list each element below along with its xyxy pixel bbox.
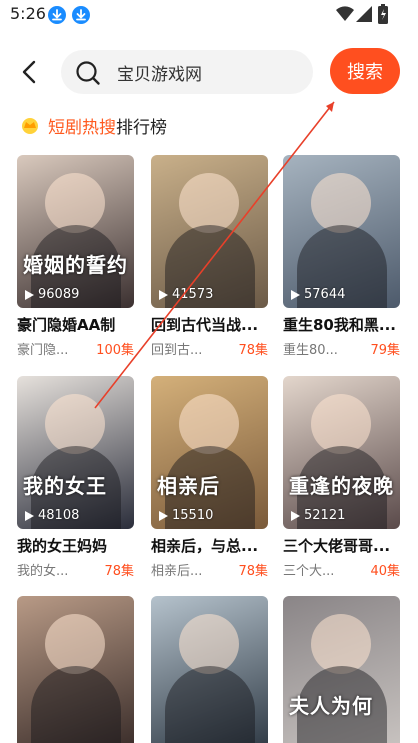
poster-figure-body bbox=[165, 666, 255, 743]
poster-figure bbox=[45, 173, 105, 233]
drama-card[interactable]: 夫人为何 bbox=[283, 596, 400, 743]
search-input[interactable] bbox=[117, 50, 307, 94]
drama-title[interactable]: 相亲后，与总... bbox=[151, 535, 268, 556]
drama-meta: 我的女... 78集 bbox=[17, 560, 134, 579]
poster-figure bbox=[179, 173, 239, 233]
play-count-value: 52121 bbox=[304, 508, 346, 523]
status-time: 5:26 bbox=[10, 4, 46, 23]
poster-title-text: 婚姻的誓约 bbox=[23, 253, 128, 277]
play-count-value: 96089 bbox=[38, 287, 80, 302]
drama-card[interactable]: 41573 回到古代当战... 回到古... 78集 bbox=[151, 155, 268, 358]
search-button[interactable]: 搜索 bbox=[330, 48, 400, 94]
drama-poster[interactable]: 夫人为何 bbox=[283, 596, 400, 743]
drama-subtitle: 重生80... bbox=[283, 343, 338, 358]
drama-subtitle: 回到古... bbox=[151, 343, 203, 358]
drama-card[interactable]: 我的女王 48108 我的女王妈妈我的女... 78集 bbox=[17, 376, 134, 579]
poster-figure bbox=[311, 614, 371, 674]
drama-meta: 回到古... 78集 bbox=[151, 339, 268, 358]
drama-title[interactable]: 回到古代当战... bbox=[151, 314, 268, 335]
play-count: 52121 bbox=[289, 508, 345, 523]
drama-meta: 相亲后... 78集 bbox=[151, 560, 268, 579]
drama-meta: 重生80... 79集 bbox=[283, 339, 400, 358]
play-icon bbox=[291, 289, 300, 300]
wifi-icon bbox=[336, 6, 354, 22]
play-count: 48108 bbox=[23, 508, 79, 523]
drama-subtitle: 相亲后... bbox=[151, 564, 203, 579]
back-button[interactable] bbox=[14, 56, 46, 88]
drama-title[interactable]: 豪门隐婚AA制 bbox=[17, 314, 134, 335]
search-box[interactable] bbox=[61, 50, 313, 94]
search-icon bbox=[76, 61, 100, 85]
play-icon bbox=[159, 510, 168, 521]
crown-icon bbox=[22, 118, 38, 134]
search-header: 搜索 bbox=[0, 44, 418, 100]
poster-figure-body bbox=[31, 666, 121, 743]
drama-meta: 豪门隐... 100集 bbox=[17, 339, 134, 358]
battery-icon bbox=[378, 4, 388, 24]
section-title-rest: 排行榜 bbox=[116, 117, 167, 138]
poster-figure bbox=[311, 173, 371, 233]
play-count: 57644 bbox=[289, 287, 345, 302]
play-count-value: 48108 bbox=[38, 508, 80, 523]
episode-count: 78集 bbox=[238, 564, 268, 579]
drama-card[interactable]: 重逢的夜晚 52121 三个大佬哥哥... 三个大... 40集 bbox=[283, 376, 400, 579]
poster-title-text: 相亲后 bbox=[157, 474, 220, 498]
drama-poster[interactable] bbox=[151, 596, 268, 743]
poster-figure bbox=[179, 614, 239, 674]
play-count-value: 41573 bbox=[172, 287, 214, 302]
drama-title[interactable]: 三个大佬哥哥... bbox=[283, 535, 400, 556]
poster-figure bbox=[45, 394, 105, 454]
poster-title-text: 我的女王 bbox=[23, 474, 107, 498]
download-icon bbox=[72, 6, 90, 24]
download-icon bbox=[48, 6, 66, 24]
play-count: 41573 bbox=[157, 287, 213, 302]
section-title-highlight: 短剧热搜 bbox=[48, 117, 116, 138]
play-icon bbox=[159, 289, 168, 300]
drama-card[interactable]: 57644 重生80我和黑... 重生80... 79集 bbox=[283, 155, 400, 358]
play-count-value: 57644 bbox=[304, 287, 346, 302]
episode-count: 78集 bbox=[238, 343, 268, 358]
drama-subtitle: 豪门隐... bbox=[17, 343, 69, 358]
poster-figure bbox=[45, 614, 105, 674]
episode-count: 100集 bbox=[96, 343, 134, 358]
drama-card[interactable] bbox=[151, 596, 268, 743]
episode-count: 78集 bbox=[104, 564, 134, 579]
drama-subtitle: 三个大... bbox=[283, 564, 335, 579]
play-count: 96089 bbox=[23, 287, 79, 302]
drama-poster[interactable]: 41573 bbox=[151, 155, 268, 308]
poster-title-text: 夫人为何 bbox=[289, 694, 373, 718]
play-count-value: 15510 bbox=[172, 508, 214, 523]
poster-figure bbox=[311, 394, 371, 454]
drama-title[interactable]: 重生80我和黑... bbox=[283, 314, 400, 335]
play-count: 15510 bbox=[157, 508, 213, 523]
drama-poster[interactable]: 重逢的夜晚 52121 bbox=[283, 376, 400, 529]
drama-card[interactable]: 婚姻的誓约 96089 豪门隐婚AA制豪门隐... 100集 bbox=[17, 155, 134, 358]
poster-title-text: 重逢的夜晚 bbox=[289, 474, 394, 498]
play-icon bbox=[291, 510, 300, 521]
drama-poster[interactable] bbox=[17, 596, 134, 743]
drama-card[interactable] bbox=[17, 596, 134, 743]
drama-title[interactable]: 我的女王妈妈 bbox=[17, 535, 134, 556]
drama-poster[interactable]: 婚姻的誓约 96089 bbox=[17, 155, 134, 308]
drama-subtitle: 我的女... bbox=[17, 564, 69, 579]
drama-meta: 三个大... 40集 bbox=[283, 560, 400, 579]
drama-poster[interactable]: 57644 bbox=[283, 155, 400, 308]
back-arrow-icon bbox=[22, 60, 36, 84]
drama-poster[interactable]: 我的女王 48108 bbox=[17, 376, 134, 529]
signal-icon bbox=[356, 6, 372, 22]
poster-figure bbox=[179, 394, 239, 454]
section-title: 短剧热搜 排行榜 bbox=[20, 112, 167, 138]
episode-count: 79集 bbox=[370, 343, 400, 358]
drama-poster[interactable]: 相亲后 15510 bbox=[151, 376, 268, 529]
drama-card[interactable]: 相亲后 15510 相亲后，与总... 相亲后... 78集 bbox=[151, 376, 268, 579]
status-bar: 5:26 bbox=[0, 0, 418, 30]
play-icon bbox=[25, 510, 34, 521]
play-icon bbox=[25, 289, 34, 300]
episode-count: 40集 bbox=[370, 564, 400, 579]
